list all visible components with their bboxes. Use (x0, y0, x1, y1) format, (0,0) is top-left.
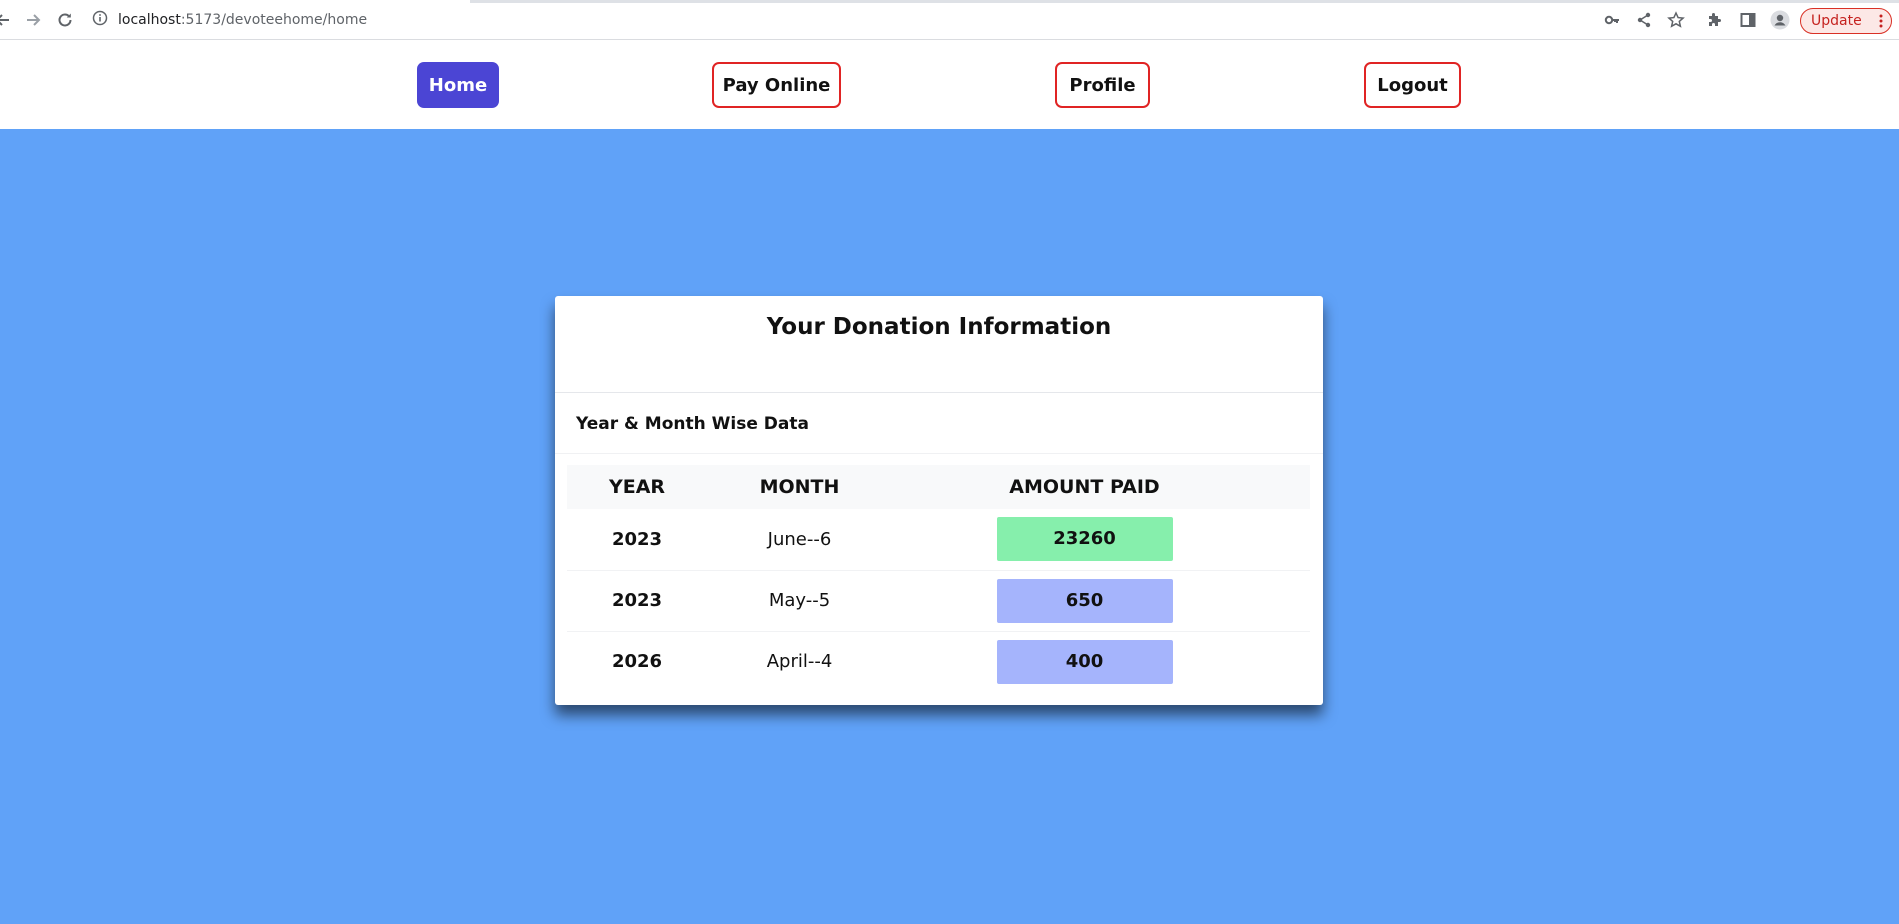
donation-card: Your Donation Information Year & Month W… (555, 296, 1323, 705)
tab-strip-edge (0, 0, 1899, 3)
url-path: :5173/devoteehome/home (180, 12, 368, 28)
site-info-icon[interactable] (92, 10, 108, 30)
amount-badge: 400 (996, 639, 1173, 684)
nav-home-button[interactable]: Home (417, 62, 499, 108)
table-row: 2023 June--6 23260 (567, 509, 1310, 570)
cell-amount: 650 (892, 570, 1277, 631)
divider (555, 453, 1323, 454)
cell-amount: 400 (892, 631, 1277, 692)
nav-profile-button[interactable]: Profile (1055, 62, 1150, 108)
card-subtitle: Year & Month Wise Data (576, 414, 809, 434)
profile-avatar-icon[interactable] (1769, 9, 1791, 31)
table-row: 2026 April--4 400 (567, 631, 1310, 692)
amount-badge: 23260 (996, 517, 1173, 562)
address-bar[interactable]: localhost:5173/devoteehome/home (92, 8, 367, 32)
table-row: 2023 May--5 650 (567, 570, 1310, 631)
column-header-month: MONTH (759, 476, 840, 498)
back-icon[interactable] (0, 9, 14, 31)
key-icon[interactable] (1601, 9, 1623, 31)
url-host: localhost (118, 12, 181, 28)
update-button[interactable]: Update (1800, 8, 1892, 34)
cell-month: June--6 (767, 528, 832, 550)
app-navbar: Home Pay Online Profile Logout (0, 40, 1899, 129)
column-header-spacer (1277, 465, 1310, 509)
table-header-row: YEAR MONTH AMOUNT PAID (567, 465, 1310, 509)
divider (555, 392, 1323, 393)
nav-pay-online-button[interactable]: Pay Online (712, 62, 841, 108)
browser-toolbar: localhost:5173/devoteehome/home Update (0, 0, 1899, 40)
column-header-year: YEAR (608, 476, 666, 498)
donation-table: YEAR MONTH AMOUNT PAID 2023 June--6 2326… (567, 465, 1310, 692)
amount-badge: 650 (996, 578, 1173, 623)
cell-amount: 23260 (892, 509, 1277, 570)
forward-icon[interactable] (22, 9, 44, 31)
card-title: Your Donation Information (766, 314, 1112, 340)
nav-logout-button[interactable]: Logout (1364, 62, 1461, 108)
extensions-icon[interactable] (1704, 9, 1726, 31)
menu-dots-icon (1879, 14, 1883, 28)
reload-icon[interactable] (54, 9, 76, 31)
column-header-amount: AMOUNT PAID (1009, 476, 1160, 498)
cell-month: May--5 (768, 590, 831, 611)
cell-year: 2023 (611, 590, 663, 611)
side-panel-icon[interactable] (1737, 9, 1759, 31)
cell-year: 2026 (611, 651, 663, 673)
update-label: Update (1811, 13, 1862, 29)
bookmark-star-icon[interactable] (1665, 9, 1687, 31)
share-icon[interactable] (1633, 9, 1655, 31)
cell-month: April--4 (766, 651, 833, 673)
cell-year: 2023 (611, 528, 663, 550)
